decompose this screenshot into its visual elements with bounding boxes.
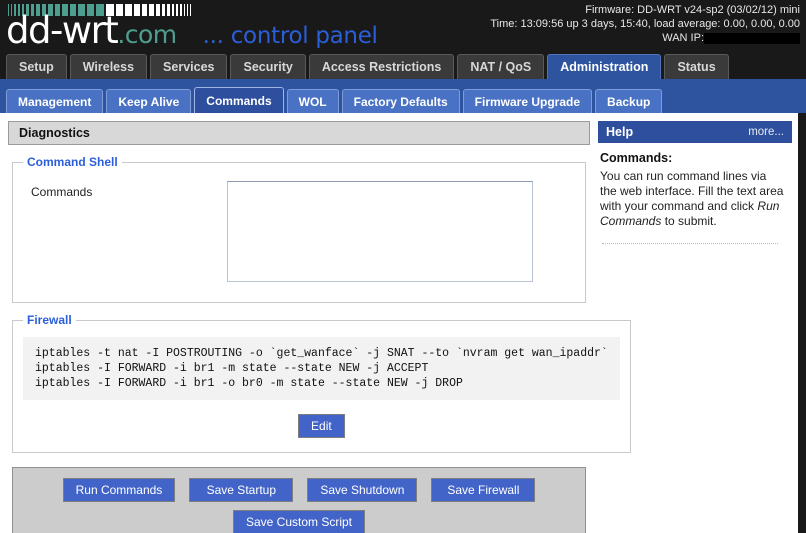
action-button-bar: Run Commands Save Startup Save Shutdown Sav… xyxy=(12,467,586,533)
logo-domain-text: .com xyxy=(117,22,176,47)
command-shell-fieldset: Command Shell Commands xyxy=(12,155,586,303)
page-header: dd-wrt.com ... control panel Firmware: D… xyxy=(0,0,806,52)
router-status-info: Firmware: DD-WRT v24-sp2 (03/02/12) mini… xyxy=(490,3,800,45)
main-tab-access-restrictions[interactable]: Access Restrictions xyxy=(309,54,455,79)
action-button-row-2: Save Custom Script xyxy=(13,510,585,533)
main-tab-security[interactable]: Security xyxy=(230,54,305,79)
edit-button-wrap: Edit xyxy=(23,414,620,438)
commands-label: Commands xyxy=(31,181,227,199)
edit-button[interactable]: Edit xyxy=(298,414,345,438)
save-custom-script-button[interactable]: Save Custom Script xyxy=(233,510,365,533)
commands-input[interactable] xyxy=(227,181,533,282)
help-more-link[interactable]: more... xyxy=(748,126,784,138)
commands-row: Commands xyxy=(23,177,575,288)
firewall-fieldset: Firewall iptables -t nat -I POSTROUTING … xyxy=(12,313,631,453)
help-text-part2: to submit. xyxy=(661,214,716,228)
sub-tab-firmware-upgrade[interactable]: Firmware Upgrade xyxy=(463,89,592,113)
help-divider xyxy=(602,243,778,244)
help-header: Help more... xyxy=(598,121,792,143)
dd-wrt-control-panel: dd-wrt.com ... control panel Firmware: D… xyxy=(0,0,806,533)
sub-tab-wol[interactable]: WOL xyxy=(287,89,339,113)
wan-ip-line: WAN IP: xyxy=(490,31,800,45)
main-tab-setup[interactable]: Setup xyxy=(6,54,67,79)
command-shell-legend: Command Shell xyxy=(23,155,122,169)
sub-tab-factory-defaults[interactable]: Factory Defaults xyxy=(342,89,460,113)
page-title: Diagnostics xyxy=(8,121,590,145)
sub-tab-keep-alive[interactable]: Keep Alive xyxy=(106,89,191,113)
logo-tagline: ... control panel xyxy=(203,25,378,48)
sub-tab-bar: ManagementKeep AliveCommandsWOLFactory D… xyxy=(0,82,806,113)
sub-tab-backup[interactable]: Backup xyxy=(595,89,662,113)
logo-main-text: dd-wrt xyxy=(6,12,117,49)
wan-ip-label: WAN IP: xyxy=(662,31,704,45)
main-tab-status[interactable]: Status xyxy=(664,54,728,79)
firewall-rules-text: iptables -t nat -I POSTROUTING -o `get_w… xyxy=(23,337,620,400)
firmware-version: Firmware: DD-WRT v24-sp2 (03/02/12) mini xyxy=(490,3,800,17)
help-title: Help xyxy=(606,125,633,139)
main-tab-services[interactable]: Services xyxy=(150,54,227,79)
main-tab-bar: SetupWirelessServicesSecurityAccess Rest… xyxy=(0,52,806,82)
brand-logo: dd-wrt.com ... control panel xyxy=(6,12,378,49)
save-shutdown-button[interactable]: Save Shutdown xyxy=(307,478,417,502)
help-body: Commands: You can run command lines via … xyxy=(598,143,792,244)
save-startup-button[interactable]: Save Startup xyxy=(189,478,293,502)
help-text-part1: You can run command lines via the web in… xyxy=(600,169,783,213)
save-firewall-button[interactable]: Save Firewall xyxy=(431,478,535,502)
main-content: Diagnostics Command Shell Commands Firew… xyxy=(0,113,598,533)
uptime-load: Time: 13:09:56 up 3 days, 15:40, load av… xyxy=(490,17,800,31)
main-tab-wireless[interactable]: Wireless xyxy=(70,54,147,79)
page-body: Diagnostics Command Shell Commands Firew… xyxy=(0,113,806,533)
action-button-row-1: Run Commands Save Startup Save Shutdown Sav… xyxy=(13,478,585,502)
main-tab-administration[interactable]: Administration xyxy=(547,54,661,79)
help-heading: Commands: xyxy=(600,151,784,165)
run-commands-button[interactable]: Run Commands xyxy=(63,478,176,502)
firewall-legend: Firewall xyxy=(23,313,76,327)
main-tab-nat-qos[interactable]: NAT / QoS xyxy=(457,54,544,79)
help-text: You can run command lines via the web in… xyxy=(600,169,784,229)
sub-tab-management[interactable]: Management xyxy=(6,89,103,113)
wan-ip-value-redacted xyxy=(704,33,800,44)
sub-tab-commands[interactable]: Commands xyxy=(194,87,283,113)
right-margin xyxy=(798,113,806,533)
